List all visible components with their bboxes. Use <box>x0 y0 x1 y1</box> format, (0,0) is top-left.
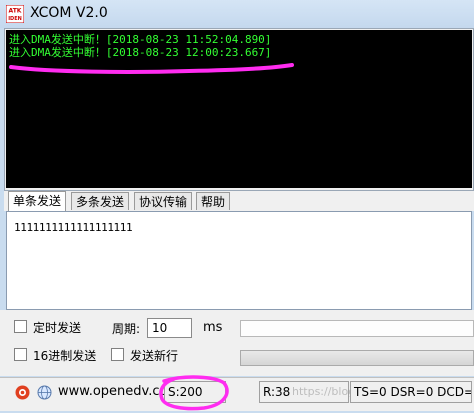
timed-send-checkbox[interactable] <box>14 320 27 333</box>
annotation-underline <box>9 63 294 74</box>
website-link[interactable]: www.openedv.co <box>58 384 167 399</box>
timed-send-label: 定时发送 <box>33 321 82 335</box>
receive-line: 进入DMA发送中断！[2018-08-23 11:52:04.890] <box>9 33 272 46</box>
period-input[interactable]: 10 <box>147 318 192 338</box>
send-text: 1111111111111111111 <box>14 221 133 234</box>
receive-line: 进入DMA发送中断！[2018-08-23 12:00:23.667] <box>9 46 272 59</box>
window-title: XCOM V2.0 <box>30 5 108 21</box>
logo-text-bottom: IDEN <box>8 16 22 22</box>
tab-multi-send[interactable]: 多条发送 <box>71 192 130 210</box>
period-unit: ms <box>203 320 223 335</box>
hex-send-label: 16进制发送 <box>33 349 97 363</box>
signal-status: TS=0 DSR=0 DCD= <box>350 381 472 403</box>
annotation-circle <box>159 375 229 411</box>
tab-protocol[interactable]: 协议传输 <box>134 192 193 210</box>
send-button-area[interactable] <box>240 320 474 337</box>
app-logo-icon: ATK IDEN <box>6 5 24 23</box>
globe-icon <box>37 385 52 400</box>
hex-send-checkbox[interactable] <box>14 348 27 361</box>
tab-single-send[interactable]: 单条发送 <box>8 191 67 211</box>
progress-bar <box>240 350 474 366</box>
newline-label: 发送新行 <box>130 349 179 363</box>
settings-icon[interactable] <box>14 384 31 401</box>
receive-area[interactable]: 进入DMA发送中断！[2018-08-23 11:52:04.890] 进入DM… <box>6 30 472 188</box>
newline-checkbox[interactable] <box>111 348 124 361</box>
period-label: 周期: <box>112 322 141 336</box>
logo-text-top: ATK <box>9 8 22 15</box>
tab-help[interactable]: 帮助 <box>196 192 231 210</box>
